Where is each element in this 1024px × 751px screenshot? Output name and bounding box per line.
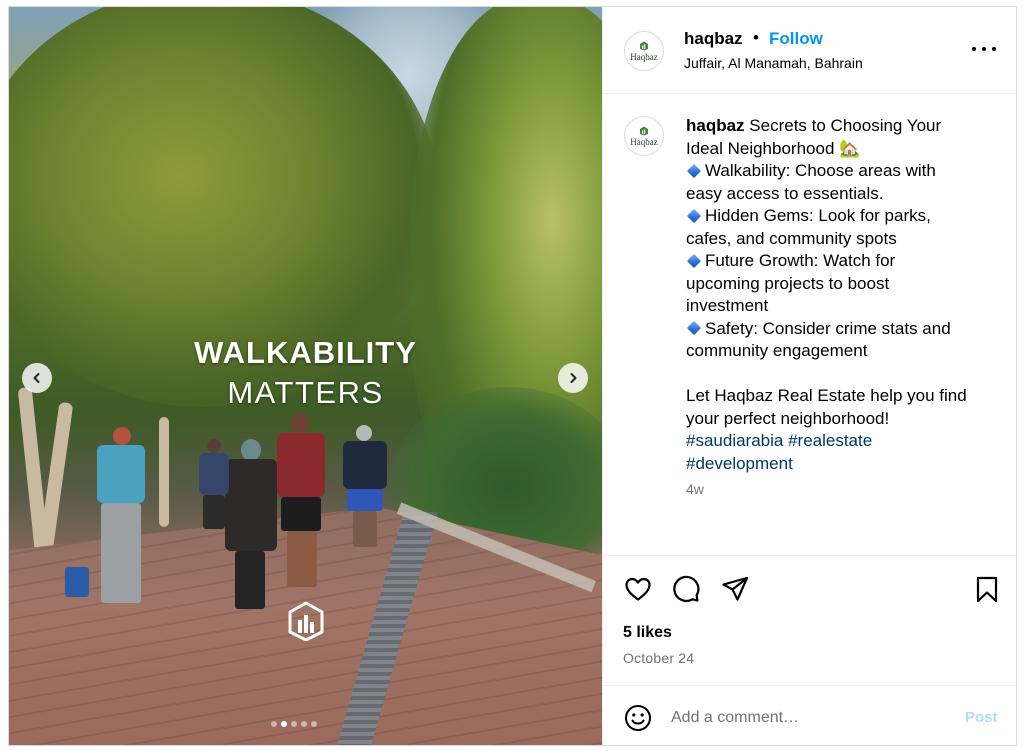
hashtag-links[interactable]: #saudiarabia #realestate bbox=[686, 430, 986, 453]
username-link[interactable]: haqbaz bbox=[684, 29, 743, 49]
haqbaz-logo-icon bbox=[640, 41, 648, 50]
carousel-next-button[interactable] bbox=[558, 363, 588, 393]
comment-input[interactable] bbox=[671, 703, 941, 733]
caption-text: haqbaz Secrets to Choosing Your Ideal Ne… bbox=[686, 115, 986, 475]
blue-diamond-icon bbox=[686, 253, 702, 268]
caption-avatar[interactable]: Haqbaz bbox=[624, 116, 664, 156]
caption-closing: Let Haqbaz Real Estate help you find bbox=[686, 386, 967, 405]
comment-icon[interactable] bbox=[671, 574, 701, 604]
heart-icon[interactable] bbox=[623, 574, 653, 604]
avatar-logo-text: Haqbaz bbox=[630, 136, 658, 147]
bullet-text: Safety: Consider crime stats and bbox=[705, 318, 951, 338]
follow-button[interactable]: Follow bbox=[769, 29, 823, 49]
caption-bullet: Walkability: Choose areas with bbox=[686, 160, 986, 183]
media-subheadline: MATTERS bbox=[227, 375, 384, 410]
post-comment-button[interactable]: Post bbox=[965, 709, 998, 726]
bookmark-icon[interactable] bbox=[972, 574, 1002, 604]
avatar[interactable]: Haqbaz bbox=[624, 31, 664, 71]
caption-username[interactable]: haqbaz bbox=[686, 116, 745, 135]
post-actions: 5 likes October 24 bbox=[603, 555, 1016, 685]
caption-title: Secrets to Choosing Your bbox=[749, 116, 942, 135]
blue-diamond-icon bbox=[686, 320, 702, 336]
post-header: Haqbaz haqbaz • Follow Juffair, Al Manam… bbox=[603, 7, 1016, 94]
bullet-text: cafes, and community spots bbox=[686, 228, 897, 248]
carousel-indicator bbox=[271, 721, 317, 727]
hashtag-links[interactable]: #development bbox=[686, 453, 986, 476]
bullet-text: Walkability: Choose areas with bbox=[705, 161, 936, 180]
media-headline: WALKABILITY bbox=[194, 335, 417, 370]
carousel-dot[interactable] bbox=[291, 721, 297, 727]
caption-closing: your perfect neighborhood! bbox=[686, 408, 890, 428]
haqbaz-building-icon bbox=[288, 601, 324, 641]
caption-bullet: Future Growth: Watch for bbox=[686, 250, 986, 273]
post-caption: Haqbaz haqbaz Secrets to Choosing Your I… bbox=[603, 95, 1016, 555]
post-dialog: WALKABILITY MATTERS Haqbaz haqbaz • Foll… bbox=[8, 6, 1017, 746]
carousel-dot[interactable] bbox=[311, 721, 317, 727]
chevron-left-icon bbox=[33, 373, 40, 383]
media-person-sweeper bbox=[65, 427, 157, 607]
caption-line: haqbaz Secrets to Choosing Your bbox=[686, 115, 986, 138]
location-link[interactable]: Juffair, Al Manamah, Bahrain bbox=[684, 55, 863, 71]
haqbaz-logo-icon bbox=[640, 126, 648, 135]
post-media[interactable]: WALKABILITY MATTERS bbox=[9, 7, 602, 745]
more-options-icon[interactable] bbox=[972, 39, 996, 59]
blue-diamond-icon bbox=[686, 208, 702, 223]
post-date: October 24 bbox=[623, 650, 695, 666]
post-sidebar: Haqbaz haqbaz • Follow Juffair, Al Manam… bbox=[602, 7, 1016, 745]
bullet-text: easy access to essentials. bbox=[686, 183, 884, 203]
share-icon[interactable] bbox=[720, 574, 750, 604]
carousel-dot-active[interactable] bbox=[281, 721, 287, 727]
bullet-text: Future Growth: Watch for bbox=[705, 251, 896, 270]
chevron-right-icon bbox=[570, 373, 577, 383]
media-person-runner bbox=[339, 425, 391, 549]
bullet-text: Hidden Gems: Look for parks, bbox=[705, 206, 931, 225]
caption-bullet: Hidden Gems: Look for parks, bbox=[686, 205, 986, 228]
bullet-text: upcoming projects to boost bbox=[686, 273, 890, 293]
blue-diamond-icon bbox=[686, 163, 702, 178]
carousel-prev-button[interactable] bbox=[22, 363, 52, 393]
comment-composer: Post bbox=[603, 685, 1016, 745]
likes-count[interactable]: 5 likes bbox=[623, 624, 672, 642]
media-person-background bbox=[195, 439, 233, 529]
bullet-text: community engagement bbox=[686, 341, 868, 360]
post-time-ago[interactable]: 4w bbox=[686, 481, 704, 497]
media-trunk bbox=[159, 417, 169, 527]
avatar-logo-text: Haqbaz bbox=[630, 51, 658, 62]
media-person-red-shirt bbox=[271, 413, 331, 589]
carousel-dot[interactable] bbox=[271, 721, 277, 727]
bullet-text: investment bbox=[686, 296, 769, 315]
caption-title-cont: Ideal Neighborhood 🏡 bbox=[686, 138, 861, 158]
separator-dot: • bbox=[753, 28, 759, 47]
emoji-icon[interactable] bbox=[623, 703, 653, 733]
media-trunk bbox=[38, 401, 74, 553]
carousel-dot[interactable] bbox=[301, 721, 307, 727]
caption-bullet: Safety: Consider crime stats and bbox=[686, 318, 986, 341]
